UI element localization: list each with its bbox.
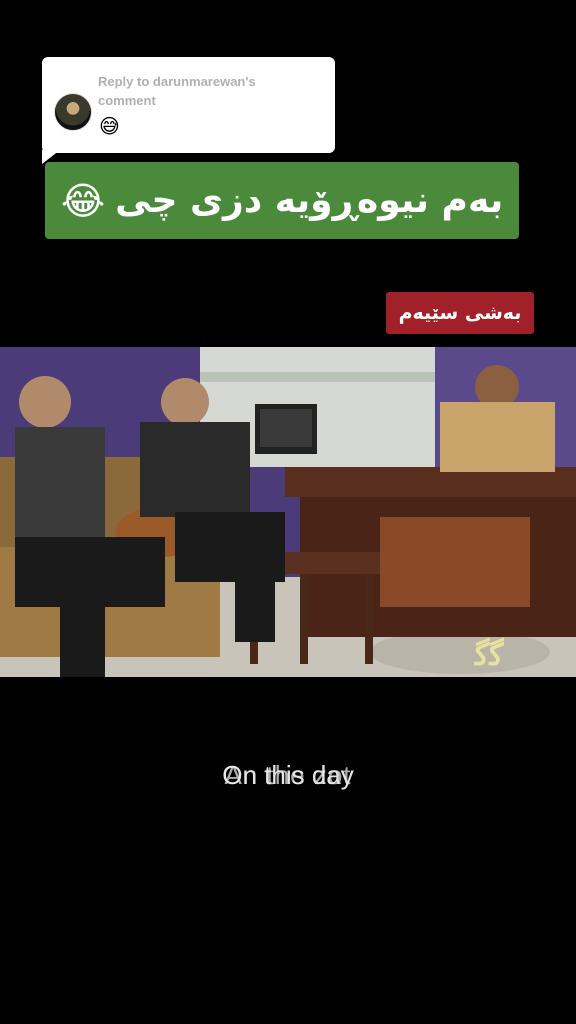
episode-part-tag: بەشی سێیەم: [386, 292, 534, 334]
laughing-emoji-icon: 😂: [60, 178, 106, 223]
commenter-avatar[interactable]: [54, 93, 92, 131]
reply-to-label: Reply to darunmarewan's comment: [98, 74, 256, 108]
title-banner-content: بەم نیوەڕۆیە دزی چی 😂: [45, 162, 519, 239]
title-banner-text: بەم نیوەڕۆیە دزی چی: [115, 180, 504, 221]
video-scene: ﮔﮔ: [0, 347, 576, 677]
video-frame[interactable]: ﮔﮔ: [0, 347, 576, 677]
svg-text:ﮔﮔ: ﮔﮔ: [474, 637, 504, 672]
reply-emoji: 😅: [99, 114, 120, 138]
caption-text-secondary: An the zot: [224, 760, 352, 790]
